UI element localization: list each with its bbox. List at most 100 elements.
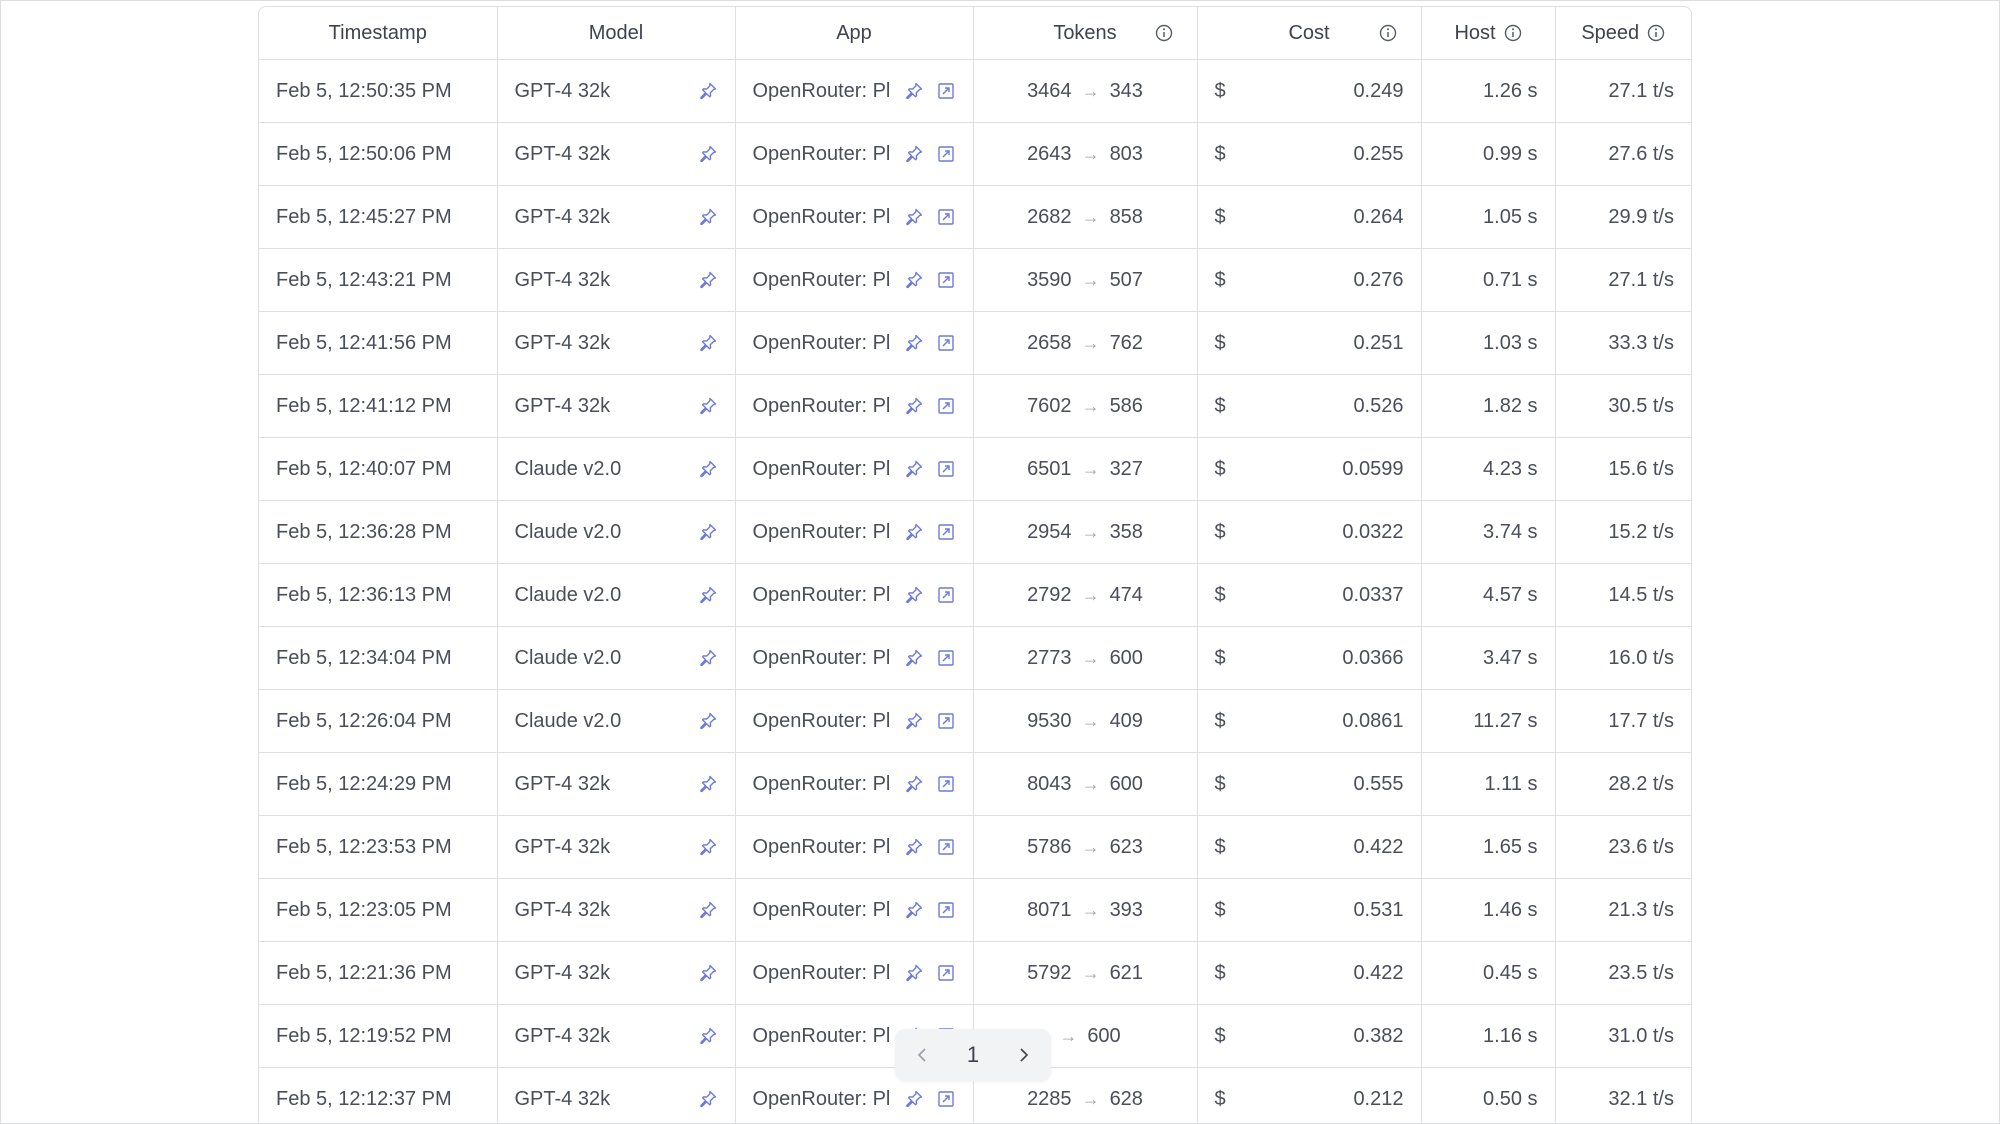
pin-icon[interactable] xyxy=(904,585,924,605)
app-name[interactable]: OpenRouter: Pl xyxy=(753,395,893,418)
table-row[interactable]: Feb 5, 12:34:04 PM Claude v2.0 OpenRouter:… xyxy=(259,626,1691,690)
app-name[interactable]: OpenRouter: Pl xyxy=(753,710,893,733)
table-row[interactable]: Feb 5, 12:26:04 PM Claude v2.0 OpenRouter:… xyxy=(259,689,1691,753)
pin-icon[interactable] xyxy=(904,963,924,983)
open-external-icon[interactable] xyxy=(936,648,956,668)
pin-icon[interactable] xyxy=(904,81,924,101)
pin-icon[interactable] xyxy=(904,774,924,794)
pin-icon[interactable] xyxy=(698,900,718,920)
model-name[interactable]: GPT-4 32k xyxy=(515,773,611,796)
model-name[interactable]: GPT-4 32k xyxy=(515,962,611,985)
table-row[interactable]: Feb 5, 12:36:13 PM Claude v2.0 OpenRouter:… xyxy=(259,563,1691,627)
table-row[interactable]: Feb 5, 12:23:05 PM GPT-4 32k OpenRouter: P… xyxy=(259,878,1691,942)
model-name[interactable]: GPT-4 32k xyxy=(515,269,611,292)
pin-icon[interactable] xyxy=(698,774,718,794)
table-row[interactable]: Feb 5, 12:45:27 PM GPT-4 32k OpenRouter: P… xyxy=(259,185,1691,249)
model-name[interactable]: GPT-4 32k xyxy=(515,143,611,166)
pin-icon[interactable] xyxy=(698,711,718,731)
open-external-icon[interactable] xyxy=(936,711,956,731)
open-external-icon[interactable] xyxy=(936,459,956,479)
info-icon[interactable] xyxy=(1379,24,1397,42)
open-external-icon[interactable] xyxy=(936,774,956,794)
pin-icon[interactable] xyxy=(904,333,924,353)
app-name[interactable]: OpenRouter: Pl xyxy=(753,206,893,229)
pin-icon[interactable] xyxy=(698,459,718,479)
model-name[interactable]: GPT-4 32k xyxy=(515,1088,611,1111)
pin-icon[interactable] xyxy=(698,522,718,542)
open-external-icon[interactable] xyxy=(936,81,956,101)
app-name[interactable]: OpenRouter: Pl xyxy=(753,143,893,166)
open-external-icon[interactable] xyxy=(936,207,956,227)
app-name[interactable]: OpenRouter: Pl xyxy=(753,332,893,355)
table-row[interactable]: Feb 5, 12:40:07 PM Claude v2.0 OpenRouter:… xyxy=(259,437,1691,501)
pin-icon[interactable] xyxy=(904,396,924,416)
pin-icon[interactable] xyxy=(904,459,924,479)
table-row[interactable]: Feb 5, 12:21:36 PM GPT-4 32k OpenRouter: P… xyxy=(259,941,1691,1005)
app-name[interactable]: OpenRouter: Pl xyxy=(753,521,893,544)
pin-icon[interactable] xyxy=(698,396,718,416)
app-name[interactable]: OpenRouter: Pl xyxy=(753,836,893,859)
table-row[interactable]: Feb 5, 12:36:28 PM Claude v2.0 OpenRouter:… xyxy=(259,500,1691,564)
table-row[interactable]: Feb 5, 12:50:35 PM GPT-4 32k OpenRouter: P… xyxy=(259,59,1691,123)
open-external-icon[interactable] xyxy=(936,837,956,857)
model-name[interactable]: GPT-4 32k xyxy=(515,80,611,103)
table-row[interactable]: Feb 5, 12:41:56 PM GPT-4 32k OpenRouter: P… xyxy=(259,311,1691,375)
open-external-icon[interactable] xyxy=(936,1089,956,1109)
pin-icon[interactable] xyxy=(904,900,924,920)
pin-icon[interactable] xyxy=(698,270,718,290)
open-external-icon[interactable] xyxy=(936,144,956,164)
pin-icon[interactable] xyxy=(698,963,718,983)
model-name[interactable]: GPT-4 32k xyxy=(515,899,611,922)
table-row[interactable]: Feb 5, 12:50:06 PM GPT-4 32k OpenRouter: P… xyxy=(259,122,1691,186)
model-name[interactable]: Claude v2.0 xyxy=(515,584,622,607)
app-name[interactable]: OpenRouter: Pl xyxy=(753,773,893,796)
open-external-icon[interactable] xyxy=(936,585,956,605)
model-name[interactable]: GPT-4 32k xyxy=(515,836,611,859)
model-name[interactable]: GPT-4 32k xyxy=(515,395,611,418)
table-row[interactable]: Feb 5, 12:23:53 PM GPT-4 32k OpenRouter: P… xyxy=(259,815,1691,879)
info-icon[interactable] xyxy=(1647,24,1665,42)
pin-icon[interactable] xyxy=(904,837,924,857)
app-name[interactable]: OpenRouter: Pl xyxy=(753,962,893,985)
app-name[interactable]: OpenRouter: Pl xyxy=(753,584,893,607)
app-name[interactable]: OpenRouter: Pl xyxy=(753,647,893,670)
chevron-left-icon[interactable] xyxy=(912,1044,934,1066)
model-name[interactable]: Claude v2.0 xyxy=(515,458,622,481)
open-external-icon[interactable] xyxy=(936,396,956,416)
pin-icon[interactable] xyxy=(904,522,924,542)
pin-icon[interactable] xyxy=(698,333,718,353)
model-name[interactable]: GPT-4 32k xyxy=(515,332,611,355)
pin-icon[interactable] xyxy=(698,648,718,668)
pin-icon[interactable] xyxy=(698,81,718,101)
app-name[interactable]: OpenRouter: Pl xyxy=(753,1025,893,1048)
pin-icon[interactable] xyxy=(904,711,924,731)
table-row[interactable]: Feb 5, 12:43:21 PM GPT-4 32k OpenRouter: P… xyxy=(259,248,1691,312)
pin-icon[interactable] xyxy=(904,207,924,227)
pin-icon[interactable] xyxy=(904,270,924,290)
open-external-icon[interactable] xyxy=(936,333,956,353)
pin-icon[interactable] xyxy=(904,1089,924,1109)
app-name[interactable]: OpenRouter: Pl xyxy=(753,80,893,103)
pin-icon[interactable] xyxy=(904,144,924,164)
model-name[interactable]: GPT-4 32k xyxy=(515,1025,611,1048)
pin-icon[interactable] xyxy=(698,1089,718,1109)
info-icon[interactable] xyxy=(1155,24,1173,42)
pin-icon[interactable] xyxy=(904,648,924,668)
model-name[interactable]: GPT-4 32k xyxy=(515,206,611,229)
model-name[interactable]: Claude v2.0 xyxy=(515,647,622,670)
info-icon[interactable] xyxy=(1504,24,1522,42)
open-external-icon[interactable] xyxy=(936,963,956,983)
open-external-icon[interactable] xyxy=(936,270,956,290)
model-name[interactable]: Claude v2.0 xyxy=(515,521,622,544)
table-row[interactable]: Feb 5, 12:41:12 PM GPT-4 32k OpenRouter: P… xyxy=(259,374,1691,438)
pin-icon[interactable] xyxy=(698,837,718,857)
app-name[interactable]: OpenRouter: Pl xyxy=(753,458,893,481)
app-name[interactable]: OpenRouter: Pl xyxy=(753,269,893,292)
chevron-right-icon[interactable] xyxy=(1012,1044,1034,1066)
open-external-icon[interactable] xyxy=(936,522,956,542)
pin-icon[interactable] xyxy=(698,585,718,605)
pin-icon[interactable] xyxy=(698,144,718,164)
model-name[interactable]: Claude v2.0 xyxy=(515,710,622,733)
pin-icon[interactable] xyxy=(698,207,718,227)
pin-icon[interactable] xyxy=(698,1026,718,1046)
